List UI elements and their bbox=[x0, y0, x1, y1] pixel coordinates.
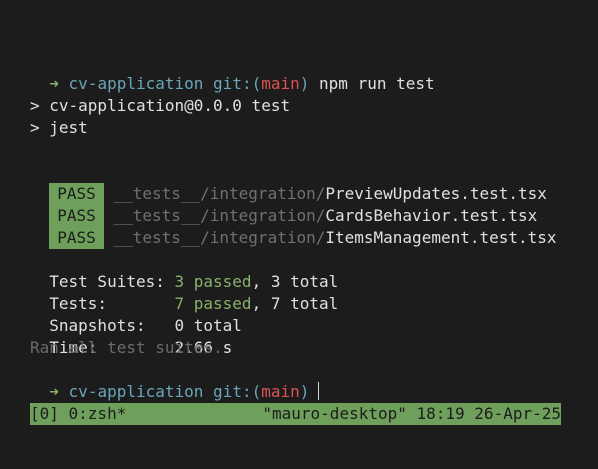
git-suffix: ) bbox=[299, 74, 310, 93]
pass-badge: PASS bbox=[49, 227, 104, 249]
prompt-line[interactable]: ➜ cv-application git:(main) bbox=[30, 359, 320, 401]
prompt-arrow-icon: ➜ bbox=[49, 382, 59, 401]
summary-total: , 7 total bbox=[251, 294, 339, 313]
test-result-row: PASS __tests__/integration/CardsBehavior… bbox=[30, 183, 537, 227]
git-prefix: git:( bbox=[213, 74, 262, 93]
git-branch: main bbox=[261, 74, 300, 93]
git-branch: main bbox=[261, 382, 300, 401]
tmux-status-bar: [0] 0:zsh* "mauro-desktop" 18:19 26-Apr-… bbox=[30, 403, 561, 425]
summary-snapshots: Snapshots: 0 total bbox=[30, 293, 242, 335]
prompt-directory: cv-application bbox=[68, 382, 204, 401]
prompt-arrow-icon: ➜ bbox=[49, 74, 59, 93]
text-cursor bbox=[318, 382, 320, 400]
test-file-name: ItemsManagement.test.tsx bbox=[325, 228, 557, 247]
script-output-line: > cv-application@0.0.0 test bbox=[30, 96, 291, 115]
prompt-directory: cv-application bbox=[68, 74, 204, 93]
tmux-window-list[interactable]: [0] 0:zsh* bbox=[30, 403, 126, 425]
git-suffix: ) bbox=[299, 382, 310, 401]
summary-footer: Ran all test suites. bbox=[30, 338, 223, 357]
git-prefix: git:( bbox=[213, 382, 262, 401]
script-output-line: > jest bbox=[30, 118, 88, 137]
tmux-host-clock: "mauro-desktop" 18:19 26-Apr-25 bbox=[262, 404, 561, 423]
summary-tests: Tests: 7 passed, 7 total bbox=[30, 271, 338, 313]
test-file-dir: __tests__/integration/ bbox=[113, 228, 326, 247]
prompt-line: ➜ cv-application git:(main) npm run test bbox=[30, 51, 434, 93]
summary-suites: Test Suites: 3 passed, 3 total bbox=[30, 249, 338, 291]
command-text: npm run test bbox=[319, 74, 435, 93]
summary-time: Time: 2.66 s bbox=[30, 315, 232, 357]
test-result-row: PASS __tests__/integration/ItemsManageme… bbox=[30, 205, 557, 249]
test-result-row: PASS __tests__/integration/PreviewUpdate… bbox=[30, 161, 547, 205]
